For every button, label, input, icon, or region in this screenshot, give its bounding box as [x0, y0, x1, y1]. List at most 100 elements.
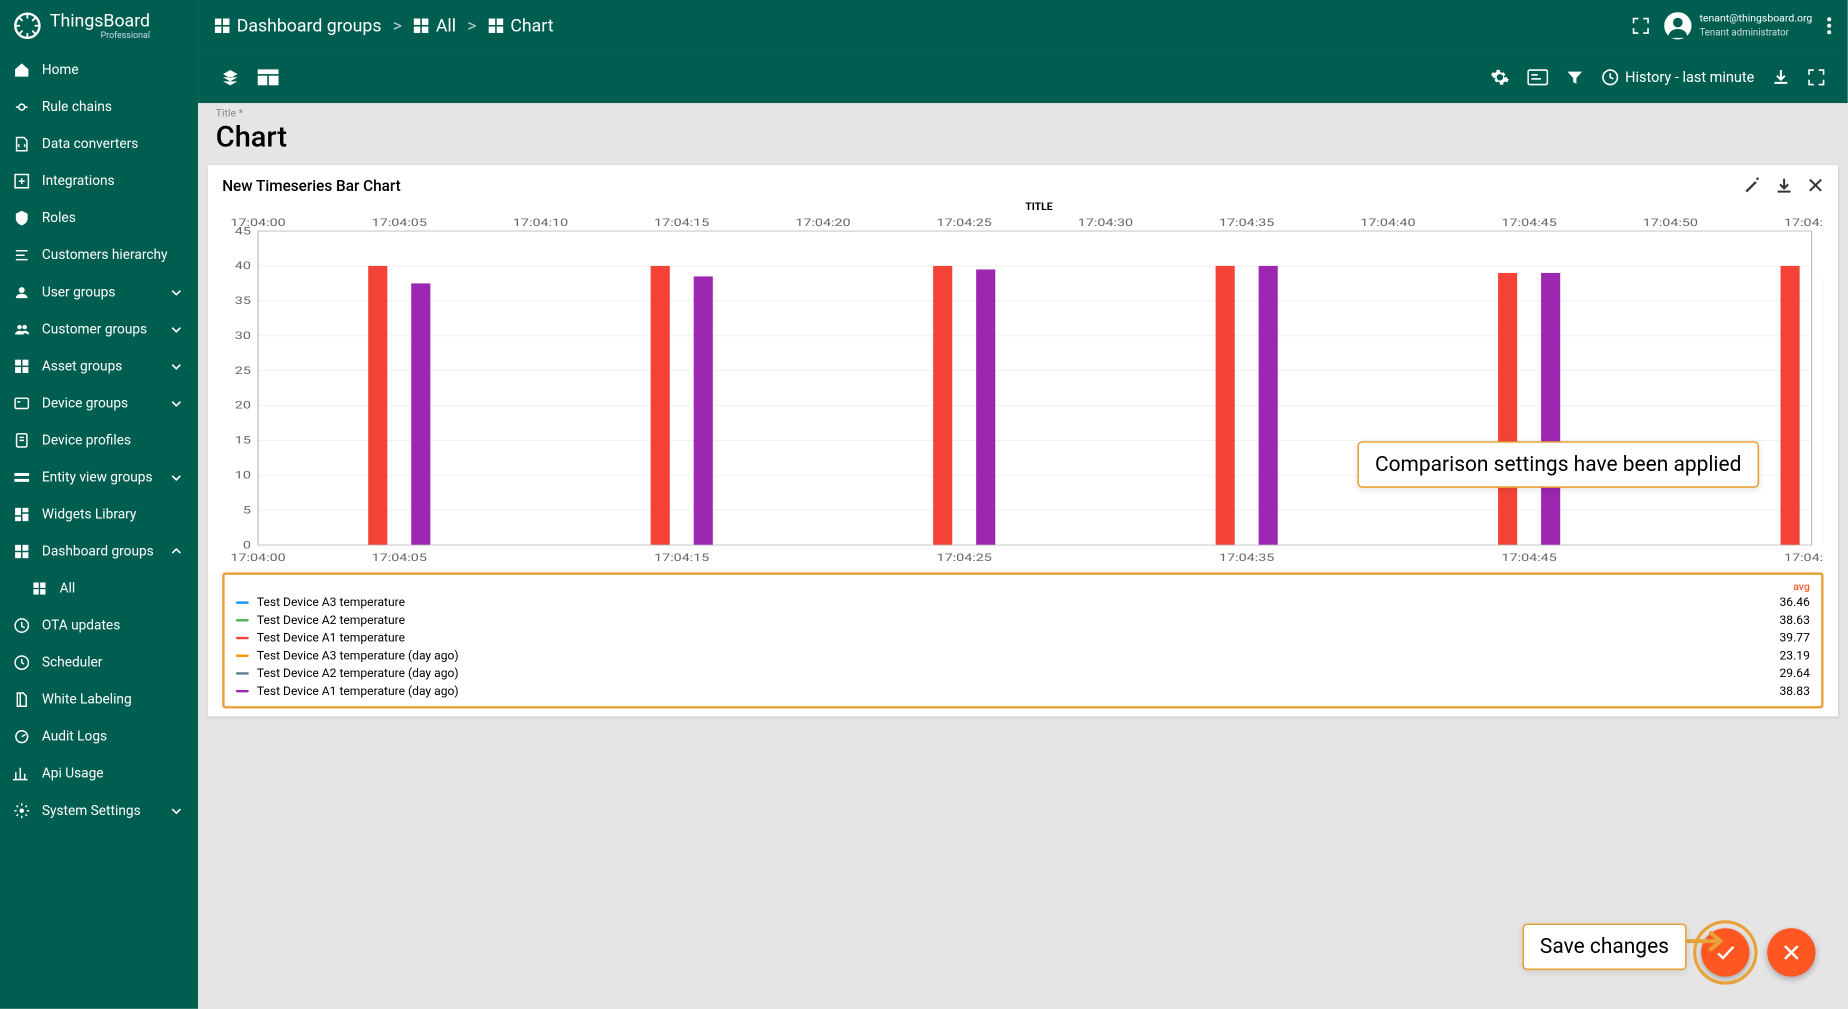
user-menu[interactable]: tenant@thingsboard.org Tenant administra…: [1664, 12, 1812, 39]
nav: Home Rule chains Data converters Integratio…: [0, 52, 198, 1009]
chevron-down-icon: [171, 398, 185, 409]
breadcrumb-sep: >: [467, 16, 476, 36]
legend-swatch: [236, 619, 249, 621]
legend-row[interactable]: Test Device A2 temperature38.63: [236, 611, 1810, 629]
entityview-icon: [13, 469, 31, 487]
sidebar-item-integrations[interactable]: Integrations: [0, 163, 198, 200]
dashboard-toolbar: History - last minute: [198, 52, 1848, 104]
legend-row[interactable]: Test Device A2 temperature (day ago)29.6…: [236, 664, 1810, 682]
sidebar-item-label: Integrations: [42, 173, 185, 189]
close-icon[interactable]: [1807, 177, 1823, 193]
edit-icon[interactable]: [1743, 177, 1761, 195]
sidebar-item-customer-groups[interactable]: Customer groups: [0, 311, 198, 348]
avatar-icon: [1664, 12, 1691, 39]
user-role: Tenant administrator: [1699, 26, 1812, 39]
legend-avg: 23.19: [1780, 648, 1810, 662]
sidebar-item-label: Data converters: [42, 136, 185, 152]
logo[interactable]: ThingsBoard Professional: [0, 0, 198, 52]
svg-text:17:04:00: 17:04:00: [230, 552, 285, 563]
breadcrumb-group[interactable]: All: [413, 16, 456, 36]
legend-row[interactable]: Test Device A1 temperature39.77: [236, 629, 1810, 647]
breadcrumb: Dashboard groups > All > Chart: [214, 16, 553, 36]
customergroups-icon: [13, 320, 31, 338]
cancel-button[interactable]: [1767, 928, 1815, 976]
assetgroups-icon: [13, 357, 31, 375]
breadcrumb-sep: >: [393, 16, 402, 36]
history-selector[interactable]: History - last minute: [1601, 68, 1754, 86]
chevron-down-icon: [171, 324, 185, 335]
sidebar-item-user-groups[interactable]: User groups: [0, 274, 198, 311]
chevron-down-icon: [171, 472, 185, 483]
download-icon[interactable]: [1775, 177, 1793, 195]
legend-row[interactable]: Test Device A3 temperature (day ago)23.1…: [236, 646, 1810, 664]
svg-text:17:04:20: 17:04:20: [795, 218, 850, 229]
sidebar-item-label: Scheduler: [42, 655, 185, 671]
svg-text:15: 15: [235, 435, 251, 446]
sidebar-item-audit-logs[interactable]: Audit Logs: [0, 718, 198, 755]
fullscreen-icon[interactable]: [1632, 17, 1650, 35]
legend-swatch: [236, 690, 249, 692]
home-icon: [13, 61, 31, 79]
sidebar-item-label: Api Usage: [42, 766, 185, 782]
filter-icon[interactable]: [1566, 68, 1584, 86]
sidebar-item-label: Home: [42, 62, 185, 78]
dashboard-icon: [214, 18, 230, 34]
sidebar-item-ota-updates[interactable]: OTA updates: [0, 607, 198, 644]
sidebar-item-entity-view-groups[interactable]: Entity view groups: [0, 459, 198, 496]
legend: avg Test Device A3 temperature36.46Test …: [222, 572, 1823, 708]
download-icon[interactable]: [1772, 68, 1790, 86]
sidebar-item-scheduler[interactable]: Scheduler: [0, 644, 198, 681]
more-vert-icon[interactable]: [1827, 17, 1832, 35]
breadcrumb-root[interactable]: Dashboard groups: [214, 16, 381, 36]
chart-inner-title: TITLE: [254, 201, 1823, 213]
gear-icon[interactable]: [1490, 68, 1509, 87]
svg-text:17:04:35: 17:04:35: [1219, 552, 1274, 563]
sidebar-item-label: Customers hierarchy: [42, 247, 185, 263]
sidebar-item-device-groups[interactable]: Device groups: [0, 385, 198, 422]
svg-text:17:04:25: 17:04:25: [937, 552, 992, 563]
legend-name: Test Device A3 temperature (day ago): [257, 648, 1780, 662]
legend-swatch: [236, 672, 249, 674]
deviceprofiles-icon: [13, 432, 31, 450]
legend-row[interactable]: Test Device A1 temperature (day ago)38.8…: [236, 682, 1810, 700]
callout-save: Save changes: [1522, 923, 1686, 970]
widget-title: New Timeseries Bar Chart: [222, 176, 401, 195]
entity-alias-icon[interactable]: [1527, 68, 1548, 87]
sidebar-item-home[interactable]: Home: [0, 52, 198, 89]
integrations-icon: [13, 172, 31, 190]
sidebar-item-dashboard-groups[interactable]: Dashboard groups: [0, 533, 198, 570]
usergroups-icon: [13, 283, 31, 301]
content: Title * Chart New Timeseries Bar Chart T…: [198, 103, 1848, 1009]
apiusage-icon: [13, 765, 31, 783]
sidebar-item-device-profiles[interactable]: Device profiles: [0, 422, 198, 459]
main: Dashboard groups > All > Chart: [198, 0, 1848, 1009]
sidebar-item-rule-chains[interactable]: Rule chains: [0, 89, 198, 126]
fullscreen-icon[interactable]: [1807, 68, 1825, 86]
legend-name: Test Device A1 temperature (day ago): [257, 684, 1780, 698]
chevron-up-icon: [171, 546, 185, 557]
sidebar-item-api-usage[interactable]: Api Usage: [0, 755, 198, 792]
callout-comparison: Comparison settings have been applied: [1357, 441, 1759, 488]
svg-text:17:04:45: 17:04:45: [1502, 552, 1557, 563]
sidebar-item-customers-hierarchy[interactable]: Customers hierarchy: [0, 237, 198, 274]
brand-name: ThingsBoard: [50, 12, 150, 30]
sidebar-item-widgets-library[interactable]: Widgets Library: [0, 496, 198, 533]
sidebar-item-all[interactable]: All: [0, 570, 198, 607]
legend-row[interactable]: Test Device A3 temperature36.46: [236, 593, 1810, 611]
sidebar-item-data-converters[interactable]: Data converters: [0, 126, 198, 163]
sidebar-item-white-labeling[interactable]: White Labeling: [0, 681, 198, 718]
breadcrumb-item[interactable]: Chart: [488, 16, 554, 36]
layouts-icon[interactable]: [258, 69, 279, 85]
chevron-down-icon: [171, 361, 185, 372]
layers-icon[interactable]: [221, 68, 240, 87]
sidebar-item-asset-groups[interactable]: Asset groups: [0, 348, 198, 385]
sidebar-item-system-settings[interactable]: System Settings: [0, 792, 198, 829]
roles-icon: [13, 209, 31, 227]
page-title[interactable]: Chart: [208, 120, 1838, 165]
scheduler-icon: [13, 654, 31, 672]
sidebar-item-label: Asset groups: [42, 358, 160, 374]
svg-text:20: 20: [235, 400, 251, 411]
topbar: Dashboard groups > All > Chart: [198, 0, 1848, 52]
sidebar-item-roles[interactable]: Roles: [0, 200, 198, 237]
svg-text:17:04:35: 17:04:35: [1219, 218, 1274, 229]
